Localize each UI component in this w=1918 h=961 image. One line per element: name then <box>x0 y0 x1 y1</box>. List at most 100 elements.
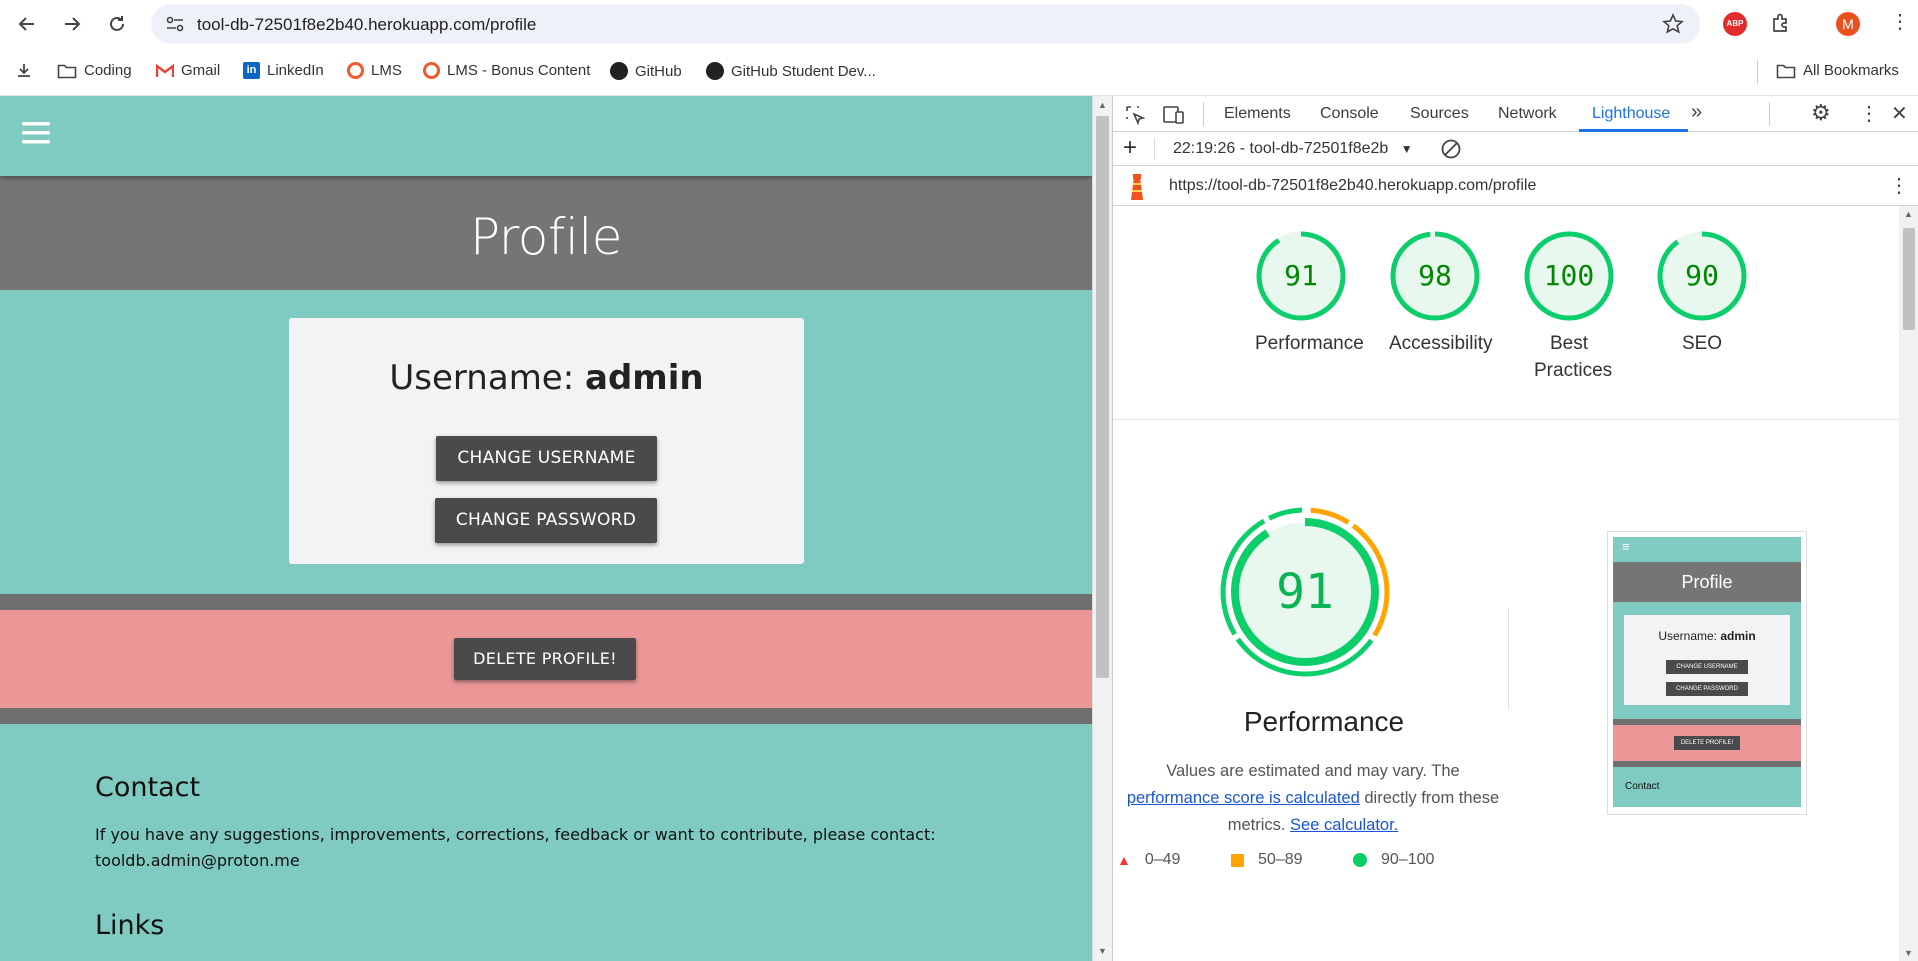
more-tabs-icon[interactable]: » <box>1691 101 1702 124</box>
score-gauge-best-practices[interactable]: 100 Best Practices <box>1523 230 1615 384</box>
tab-divider <box>1769 102 1770 126</box>
thumb-card: Username: admin CHANGE USERNAME CHANGE P… <box>1624 615 1790 705</box>
gauge-ring: 91 <box>1255 230 1347 322</box>
thumb-delete-button: DELETE PROFILE! <box>1674 736 1740 750</box>
gauge-score: 100 <box>1543 259 1595 292</box>
bookmark-label: Gmail <box>181 62 221 79</box>
report-select[interactable]: 22:19:26 - tool-db-72501f8e2b ▼ <box>1173 140 1413 158</box>
vertical-separator <box>1508 609 1509 709</box>
forward-icon[interactable] <box>58 10 86 38</box>
profile-card: Username: admin CHANGE USERNAME CHANGE P… <box>289 318 804 564</box>
adblock-extension-icon[interactable]: ABP <box>1723 12 1747 36</box>
site-info-icon[interactable] <box>165 15 185 38</box>
thumb-band <box>1613 761 1801 767</box>
change-password-button[interactable]: CHANGE PASSWORD <box>435 498 657 543</box>
thumb-danger: DELETE PROFILE! <box>1613 725 1801 761</box>
scroll-down-arrow-icon[interactable]: ▼ <box>1098 946 1107 956</box>
github-icon <box>610 62 628 80</box>
bookmark-coding[interactable]: Coding <box>57 62 132 79</box>
profile-avatar[interactable]: M <box>1836 12 1860 36</box>
legend-label: 90–100 <box>1381 851 1435 868</box>
legend-label: 50–89 <box>1258 851 1303 868</box>
close-icon[interactable]: ✕ <box>1891 101 1908 126</box>
performance-description: Values are estimated and may vary. The p… <box>1113 758 1513 839</box>
url-text[interactable]: tool-db-72501f8e2b40.herokuapp.com/profi… <box>197 15 536 35</box>
bookmarks-bar: Coding Gmail in LinkedIn LMS LMS - Bonus… <box>0 48 1918 96</box>
change-username-button[interactable]: CHANGE USERNAME <box>436 436 657 481</box>
page-scrollbar[interactable]: ▲ ▼ <box>1092 96 1112 961</box>
score-calculated-link[interactable]: performance score is calculated <box>1127 789 1360 807</box>
reload-icon[interactable] <box>103 10 131 38</box>
inspect-element-icon[interactable] <box>1125 105 1146 130</box>
extensions-puzzle-icon[interactable] <box>1770 12 1792 39</box>
bookmark-gmail[interactable]: Gmail <box>156 62 220 79</box>
scroll-up-arrow-icon[interactable]: ▲ <box>1098 100 1107 110</box>
report-select-value: 22:19:26 - tool-db-72501f8e2b <box>1173 140 1389 157</box>
devtools-panel: Elements Console Sources Network Lightho… <box>1112 96 1918 961</box>
bookmark-lms-bonus[interactable]: LMS - Bonus Content <box>423 62 590 79</box>
gauge-label: Best Practices <box>1534 333 1613 381</box>
all-bookmarks[interactable]: All Bookmarks <box>1776 62 1899 79</box>
clear-reports-icon[interactable] <box>1440 138 1462 165</box>
lighthouse-report: 91 Performance 98 Accessibility 100 Best Prac… <box>1113 206 1899 961</box>
bookmark-lms[interactable]: LMS <box>347 62 402 79</box>
bookmark-github[interactable]: GitHub <box>610 62 682 80</box>
address-bar[interactable]: tool-db-72501f8e2b40.herokuapp.com/profi… <box>151 4 1700 44</box>
folder-icon <box>1776 64 1796 78</box>
gauge-score: 91 <box>1284 259 1318 292</box>
tab-console[interactable]: Console <box>1320 105 1379 123</box>
device-toolbar-icon[interactable] <box>1163 105 1185 130</box>
devtools-menu-icon[interactable]: ⋮ <box>1859 101 1879 126</box>
browser-menu-icon[interactable]: ⋮ <box>1890 12 1910 32</box>
score-gauge-accessibility[interactable]: 98 Accessibility <box>1389 230 1493 357</box>
scrollbar-thumb[interactable] <box>1903 228 1915 330</box>
report-url-bar: https://tool-db-72501f8e2b40.herokuapp.c… <box>1113 166 1918 206</box>
web-page: Profile Username: admin CHANGE USERNAME … <box>0 96 1092 961</box>
scroll-up-arrow-icon[interactable]: ▲ <box>1904 209 1913 219</box>
bookmark-star-icon[interactable] <box>1662 13 1684 40</box>
score-gauge-seo[interactable]: 90 SEO <box>1656 230 1748 357</box>
back-icon[interactable] <box>13 10 41 38</box>
thumb-username: Username: admin <box>1624 629 1790 643</box>
bookmark-label: LMS <box>371 62 402 79</box>
linkedin-icon: in <box>243 62 260 79</box>
green-circle-icon <box>1353 853 1367 867</box>
devtools-scrollbar[interactable]: ▲ ▼ <box>1899 206 1918 961</box>
gauge-score: 98 <box>1418 259 1452 292</box>
orange-square-icon <box>1231 853 1244 867</box>
danger-zone: DELETE PROFILE! <box>0 610 1092 708</box>
bookmark-label: All Bookmarks <box>1803 62 1899 79</box>
tab-sources[interactable]: Sources <box>1410 105 1469 123</box>
bookmark-label: Coding <box>84 62 132 79</box>
new-report-plus-icon[interactable]: + <box>1123 134 1137 162</box>
scroll-down-arrow-icon[interactable]: ▼ <box>1904 948 1913 958</box>
tab-network[interactable]: Network <box>1498 105 1557 123</box>
tab-elements[interactable]: Elements <box>1224 105 1291 123</box>
download-icon[interactable] <box>16 62 32 78</box>
red-triangle-icon: ▲ <box>1117 852 1131 868</box>
bookmark-linkedin[interactable]: in LinkedIn <box>243 62 324 79</box>
bookmarks-divider <box>1757 60 1758 84</box>
gauge-ring: 90 <box>1656 230 1748 322</box>
score-gauge-performance[interactable]: 91 Performance <box>1255 230 1364 357</box>
report-menu-icon[interactable]: ⋮ <box>1889 173 1909 198</box>
performance-heading: Performance <box>1243 706 1405 737</box>
contact-text: If you have any suggestions, improvement… <box>95 825 936 870</box>
lighthouse-logo-icon <box>1126 172 1148 207</box>
settings-gear-icon[interactable]: ⚙ <box>1811 100 1831 126</box>
thumb-username-value: admin <box>1720 629 1756 643</box>
thumb-title: Profile <box>1613 562 1801 602</box>
scrollbar-thumb[interactable] <box>1096 116 1109 678</box>
page-title: Profile <box>470 208 622 266</box>
hamburger-menu-icon[interactable] <box>22 120 50 151</box>
bookmark-github-student[interactable]: GitHub Student Dev... <box>706 62 876 80</box>
tab-lighthouse[interactable]: Lighthouse <box>1592 105 1670 123</box>
thumb-header: ≡ <box>1613 537 1801 562</box>
browser-toolbar: tool-db-72501f8e2b40.herokuapp.com/profi… <box>0 0 1918 48</box>
delete-profile-button[interactable]: DELETE PROFILE! <box>454 638 636 680</box>
site-header <box>0 96 1092 176</box>
gauge-ring: 98 <box>1389 230 1481 322</box>
gauge-label: Accessibility <box>1389 333 1493 354</box>
divider-band <box>0 708 1092 724</box>
see-calculator-link[interactable]: See calculator. <box>1290 816 1398 834</box>
